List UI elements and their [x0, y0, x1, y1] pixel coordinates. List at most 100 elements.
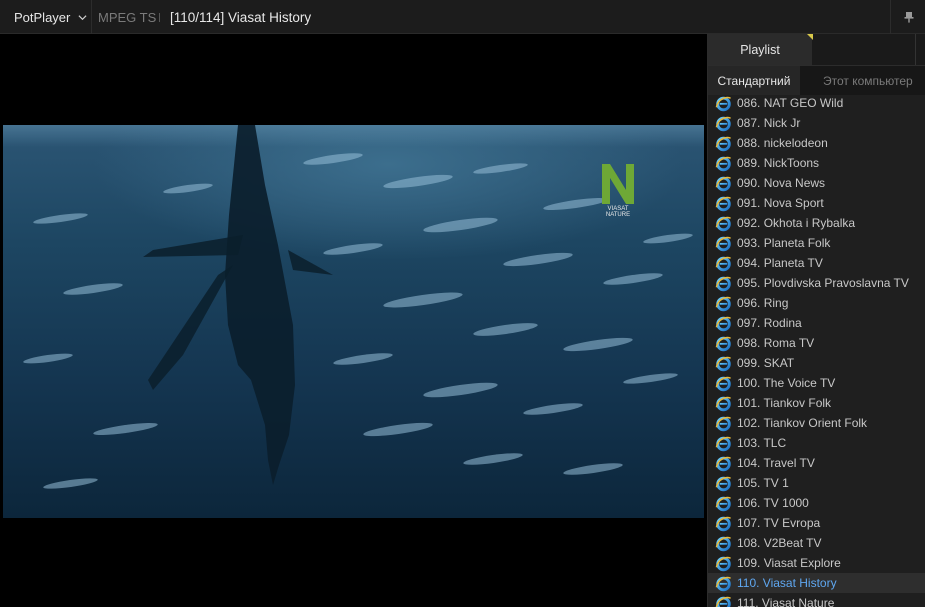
video-area[interactable]: VIASAT NATURE: [0, 34, 707, 607]
ie-icon: [715, 116, 732, 132]
playlist-item-label: 100. The Voice TV: [737, 376, 836, 390]
video-frame[interactable]: VIASAT NATURE: [3, 125, 704, 518]
playlist-item-label: 098. Roma TV: [737, 336, 815, 350]
playlist-item[interactable]: 106. TV 1000: [708, 493, 925, 513]
tab-playlist-label: Playlist: [740, 42, 780, 57]
ie-icon: [715, 516, 732, 532]
ie-icon: [715, 436, 732, 452]
ie-icon: [715, 176, 732, 192]
playlist-item[interactable]: 093. Planeta Folk: [708, 233, 925, 253]
playlist-item[interactable]: 105. TV 1: [708, 473, 925, 493]
ie-icon: [715, 336, 732, 352]
playlist-item[interactable]: 098. Roma TV: [708, 333, 925, 353]
playlist-item-label: 109. Viasat Explore: [737, 556, 841, 570]
ie-icon: [715, 576, 732, 592]
app-menu-button[interactable]: PotPlayer: [0, 0, 92, 34]
playlist-item[interactable]: 089. NickToons: [708, 153, 925, 173]
playlist-item-label: 106. TV 1000: [737, 496, 809, 510]
playlist-item-label: 089. NickToons: [737, 156, 820, 170]
playlist-item[interactable]: 088. nickelodeon: [708, 133, 925, 153]
playlist-item-label: 093. Planeta Folk: [737, 236, 831, 250]
app-name: PotPlayer: [14, 9, 71, 25]
playlist-item-label: 096. Ring: [737, 296, 789, 310]
playlist-item[interactable]: 091. Nova Sport: [708, 193, 925, 213]
playlist-item[interactable]: 090. Nova News: [708, 173, 925, 193]
ie-icon: [715, 536, 732, 552]
playlist-item[interactable]: 087. Nick Jr: [708, 113, 925, 133]
playlist-item[interactable]: 109. Viasat Explore: [708, 553, 925, 573]
playlist-item[interactable]: 102. Tiankov Orient Folk: [708, 413, 925, 433]
ie-icon: [715, 556, 732, 572]
ie-icon: [715, 356, 732, 372]
playlist-item-label: 102. Tiankov Orient Folk: [737, 416, 868, 430]
ie-icon: [715, 196, 732, 212]
ie-icon: [715, 396, 732, 412]
ie-icon: [715, 156, 732, 172]
svg-text:NATURE: NATURE: [606, 212, 630, 216]
playlist-item[interactable]: 101. Tiankov Folk: [708, 393, 925, 413]
playlist-item[interactable]: 107. TV Evropa: [708, 513, 925, 533]
title-bar: PotPlayer MPEG TS [110/114] Viasat Histo…: [0, 0, 925, 34]
playlist-item[interactable]: 100. The Voice TV: [708, 373, 925, 393]
ie-icon: [715, 416, 732, 432]
window-title: [110/114] Viasat History: [170, 10, 312, 25]
tab-empty[interactable]: [813, 34, 916, 65]
format-label: MPEG TS: [98, 10, 157, 25]
ie-icon: [715, 316, 732, 332]
playlist-item-label: 094. Planeta TV: [737, 256, 823, 270]
playlist-item[interactable]: 099. SKAT: [708, 353, 925, 373]
playlist-item-label: 086. NAT GEO Wild: [737, 96, 844, 110]
ie-icon: [715, 256, 732, 272]
panel-tabs: Playlist: [708, 34, 925, 65]
playlist-panel: Playlist Стандартний Этот компьютер 086.…: [707, 34, 925, 607]
playlist-item-label: 097. Rodina: [737, 316, 802, 330]
playlist-item[interactable]: 096. Ring: [708, 293, 925, 313]
playlist-item-label: 107. TV Evropa: [737, 516, 821, 530]
playlist-list[interactable]: 086. NAT GEO Wild 087. Nick Jr 088. nickel…: [708, 95, 925, 607]
playlist-subtabs: Стандартний Этот компьютер: [708, 65, 925, 95]
viasat-nature-logo: VIASAT NATURE: [602, 164, 634, 216]
playlist-item-label: 090. Nova News: [737, 176, 826, 190]
ie-icon: [715, 296, 732, 312]
playlist-item[interactable]: 110. Viasat History: [708, 573, 925, 593]
playlist-item-label: 099. SKAT: [737, 356, 795, 370]
ie-icon: [715, 236, 732, 252]
ie-icon: [715, 136, 732, 152]
playlist-item-label: 110. Viasat History: [737, 576, 837, 590]
ie-icon: [715, 476, 732, 492]
pin-icon: [904, 12, 913, 23]
playlist-item-label: 101. Tiankov Folk: [737, 396, 832, 410]
playlist-item-label: 095. Plovdivska Pravoslavna TV: [737, 276, 909, 290]
ie-icon: [715, 96, 732, 112]
ie-icon: [715, 216, 732, 232]
playlist-item-label: 111. Viasat Nature: [737, 596, 835, 607]
playlist-item-label: 092. Okhota i Rybalka: [737, 216, 856, 230]
playlist-item[interactable]: 108. V2Beat TV: [708, 533, 925, 553]
playlist-item[interactable]: 097. Rodina: [708, 313, 925, 333]
chevron-down-icon: [78, 14, 87, 20]
subtab-standard[interactable]: Стандартний: [708, 66, 800, 95]
playlist-item[interactable]: 104. Travel TV: [708, 453, 925, 473]
playlist-item-label: 104. Travel TV: [737, 456, 815, 470]
ie-icon: [715, 496, 732, 512]
playlist-item[interactable]: 103. TLC: [708, 433, 925, 453]
playlist-item[interactable]: 092. Okhota i Rybalka: [708, 213, 925, 233]
playlist-item-label: 108. V2Beat TV: [737, 536, 822, 550]
ie-icon: [715, 456, 732, 472]
ie-icon: [715, 376, 732, 392]
playlist-item-label: 103. TLC: [737, 436, 787, 450]
playlist-item[interactable]: 095. Plovdivska Pravoslavna TV: [708, 273, 925, 293]
tab-playlist[interactable]: Playlist: [708, 34, 813, 65]
ie-icon: [715, 276, 732, 292]
playlist-item[interactable]: 111. Viasat Nature: [708, 593, 925, 607]
subtab-this-computer[interactable]: Этот компьютер: [808, 66, 913, 95]
ie-icon: [715, 596, 732, 607]
playlist-item-label: 087. Nick Jr: [737, 116, 801, 130]
title-divider: [159, 13, 160, 22]
playlist-item[interactable]: 086. NAT GEO Wild: [708, 95, 925, 113]
playlist-item-label: 088. nickelodeon: [737, 136, 828, 150]
pin-button[interactable]: [890, 0, 925, 34]
playlist-item-label: 091. Nova Sport: [737, 196, 824, 210]
playlist-item[interactable]: 094. Planeta TV: [708, 253, 925, 273]
playlist-item-label: 105. TV 1: [737, 476, 789, 490]
